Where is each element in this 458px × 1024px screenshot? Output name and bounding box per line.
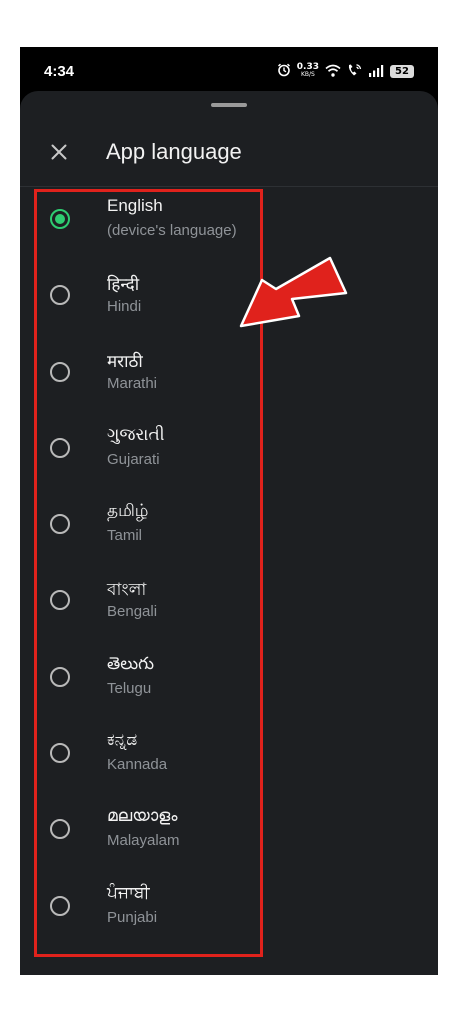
status-time: 4:34	[44, 63, 75, 80]
language-option-punjabi[interactable]: ਪੰਜਾਬੀ Punjabi	[20, 879, 438, 955]
language-english-name: (device's language)	[107, 222, 237, 239]
language-english-name: Tamil	[107, 527, 143, 545]
language-english-name: Telugu	[107, 679, 152, 697]
language-bottom-sheet: App language English (device's language)…	[20, 91, 438, 975]
language-english-name: Punjabi	[107, 908, 158, 926]
language-native-name: English	[107, 196, 163, 215]
language-option-bengali[interactable]: বাংলা Bengali	[20, 573, 438, 649]
language-native-name: తెలుగు	[107, 653, 154, 673]
network-speed: 0.33 KB/S	[297, 63, 319, 79]
radio-button[interactable]	[50, 743, 70, 764]
language-option-marathi[interactable]: मराठी Marathi	[20, 345, 438, 421]
language-option-tamil[interactable]: தமிழ் Tamil	[20, 497, 438, 573]
radio-button[interactable]	[50, 514, 70, 535]
radio-button[interactable]	[50, 819, 70, 840]
signal-icon	[368, 62, 384, 81]
drag-handle[interactable]	[211, 103, 247, 107]
language-native-name: தமிழ்	[107, 501, 149, 521]
sheet-title: App language	[106, 139, 242, 164]
wifi-icon	[325, 62, 341, 81]
language-native-name: ਪੰਜਾਬੀ	[107, 882, 150, 902]
net-speed-value: 0.33	[296, 62, 319, 72]
language-english-name: Bengali	[107, 603, 158, 621]
language-native-name: বাংলা	[107, 580, 147, 600]
language-option-malayalam[interactable]: മലയാളം Malayalam	[20, 802, 438, 878]
radio-button[interactable]	[50, 666, 70, 687]
language-native-name: മലയാളം	[107, 806, 178, 826]
radio-button[interactable]	[50, 437, 70, 458]
language-option-telugu[interactable]: తెలుగు Telugu	[20, 650, 438, 726]
language-option-english[interactable]: English (device's language)	[20, 192, 438, 268]
close-icon	[51, 144, 67, 160]
language-native-name: मराठी	[107, 351, 143, 371]
divider	[20, 186, 438, 187]
language-option-gujarati[interactable]: ગુજરાતી Gujarati	[20, 421, 438, 497]
battery-icon: 52	[390, 64, 414, 78]
status-icons: 0.33 KB/S 52	[277, 61, 414, 81]
radio-button[interactable]	[50, 285, 70, 306]
language-english-name: Hindi	[107, 298, 142, 316]
wifi-calling-icon	[347, 62, 362, 81]
radio-button[interactable]	[50, 209, 70, 229]
language-option-hindi[interactable]: हिन्दी Hindi	[20, 268, 438, 344]
radio-button[interactable]	[50, 895, 70, 916]
language-english-name: Marathi	[107, 374, 158, 392]
language-option-kannada[interactable]: ಕನ್ನಡ Kannada	[20, 726, 438, 802]
radio-button[interactable]	[50, 361, 70, 382]
language-native-name: ગુજરાતી	[107, 424, 165, 444]
radio-button[interactable]	[50, 590, 70, 611]
alarm-icon	[277, 62, 291, 81]
status-bar: 4:34 0.33 KB/S 52	[20, 47, 438, 91]
language-list: English (device's language) हिन्दी Hindi…	[20, 192, 438, 955]
language-native-name: हिन्दी	[107, 275, 140, 295]
phone-screen: 4:34 0.33 KB/S 52 App language English (…	[20, 47, 438, 975]
close-button[interactable]	[46, 139, 72, 165]
language-english-name: Gujarati	[107, 450, 160, 468]
language-english-name: Malayalam	[107, 832, 180, 850]
language-english-name: Kannada	[107, 756, 168, 774]
language-native-name: ಕನ್ನಡ	[107, 730, 138, 750]
net-speed-unit: KB/S	[300, 71, 315, 78]
